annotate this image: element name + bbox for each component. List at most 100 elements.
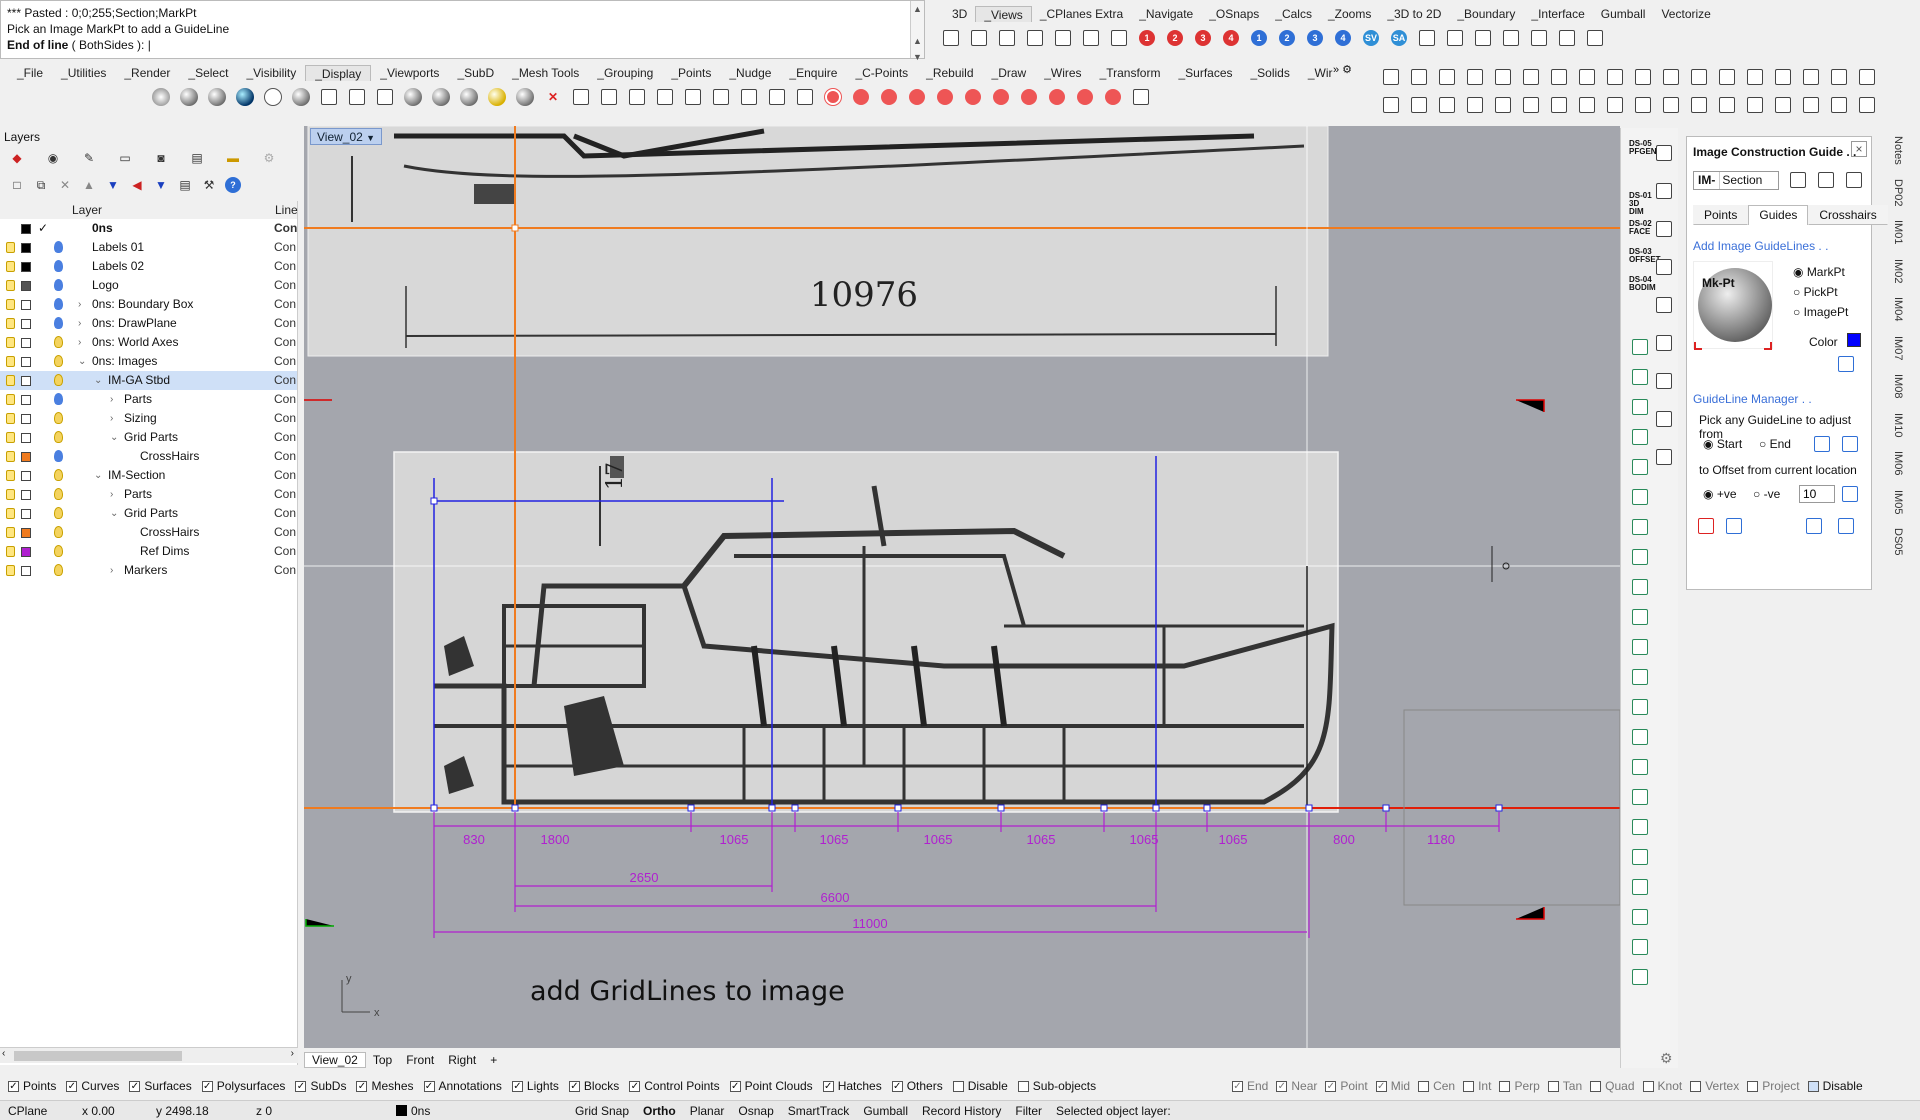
layer-linetype[interactable]: Con	[274, 238, 296, 257]
red-number-1-icon[interactable]: 1	[1136, 27, 1158, 49]
tool-icon[interactable]	[1604, 94, 1626, 116]
view-tab[interactable]: Top	[366, 1053, 399, 1067]
tab-grouping[interactable]: _Grouping	[588, 65, 662, 81]
osnap-checkbox[interactable]: Tan	[1547, 1079, 1582, 1093]
tool-icon[interactable]	[1629, 426, 1651, 448]
pen-icon[interactable]: ✎	[78, 147, 100, 169]
tool-icon[interactable]	[1464, 66, 1486, 88]
lock-icon[interactable]	[6, 261, 15, 272]
expand-chevron-icon[interactable]: ›	[78, 314, 81, 333]
tab-render[interactable]: _Render	[115, 65, 179, 81]
tab-subd[interactable]: _SubD	[448, 65, 503, 81]
lock-icon[interactable]	[6, 375, 15, 386]
tool-icon[interactable]	[1653, 256, 1675, 278]
tab-nudge[interactable]: _Nudge	[720, 65, 780, 81]
layer-column-header[interactable]: Layer	[72, 201, 102, 219]
tool-icon[interactable]	[1856, 66, 1878, 88]
tab-boundary[interactable]: _Boundary	[1449, 6, 1523, 22]
tool-icon[interactable]	[1660, 66, 1682, 88]
expand-chevron-icon[interactable]: ⌄	[94, 371, 102, 390]
tab-enquire[interactable]: _Enquire	[780, 65, 846, 81]
viewport-canvas[interactable]: 10976 17 830 1800 1065 1065 1065 1065 10…	[304, 126, 1620, 1048]
tool-icon[interactable]	[1828, 94, 1850, 116]
filter-icon[interactable]: ▼	[150, 174, 172, 196]
help-icon[interactable]: ?	[222, 174, 244, 196]
osnap-checkbox[interactable]: Perp	[1499, 1079, 1540, 1093]
gear-icon[interactable]: ⚙	[258, 147, 280, 169]
shaded-sphere-icon[interactable]	[514, 86, 536, 108]
curve-icon[interactable]	[1130, 86, 1152, 108]
tool-icon[interactable]	[1653, 142, 1675, 164]
layer-color-swatch[interactable]	[21, 433, 31, 443]
tool-icon[interactable]	[1629, 606, 1651, 628]
tool-icon[interactable]	[1629, 726, 1651, 748]
new-sublayer-icon[interactable]: ⧉	[30, 174, 52, 196]
status-toggle[interactable]: Gumball	[856, 1104, 915, 1118]
monitor-icon[interactable]	[570, 86, 592, 108]
named-view-icon[interactable]: SA	[1388, 27, 1410, 49]
layer-linetype[interactable]: Con	[274, 466, 296, 485]
tab-rebuild[interactable]: _Rebuild	[917, 65, 982, 81]
lock-icon[interactable]	[374, 86, 396, 108]
tool-icon[interactable]	[1629, 666, 1651, 688]
tool-icon[interactable]	[1653, 408, 1675, 430]
tab-interface[interactable]: _Interface	[1523, 6, 1592, 22]
layer-color-swatch[interactable]	[21, 547, 31, 557]
move-up-icon[interactable]: ▲	[78, 174, 100, 196]
layer-color-swatch[interactable]	[21, 490, 31, 500]
tab-c-points[interactable]: _C-Points	[846, 65, 917, 81]
layer-linetype[interactable]: Con	[274, 314, 296, 333]
end-radio[interactable]: ○ End	[1759, 437, 1791, 451]
measure-icon[interactable]	[766, 86, 788, 108]
layer-row[interactable]: Ref Dims Con	[0, 542, 297, 561]
delete-icon[interactable]: ✕	[54, 174, 76, 196]
layer-color-swatch[interactable]	[21, 471, 31, 481]
tool-icon[interactable]	[1629, 876, 1651, 898]
lock-icon[interactable]	[6, 394, 15, 405]
lock-icon[interactable]	[6, 318, 15, 329]
layer-color-swatch[interactable]	[21, 414, 31, 424]
expand-chevron-icon[interactable]: ⌄	[94, 466, 102, 485]
status-toggle[interactable]: SmartTrack	[781, 1104, 857, 1118]
object-icon[interactable]	[682, 86, 704, 108]
tab-views[interactable]: _Views	[975, 6, 1032, 22]
cube-icon[interactable]	[1108, 27, 1130, 49]
shaded-sphere-icon[interactable]	[206, 86, 228, 108]
add-view-tab-icon[interactable]: +	[483, 1053, 504, 1067]
osnap-checkbox[interactable]: Quad	[1590, 1079, 1635, 1093]
tool-icon[interactable]	[1856, 94, 1878, 116]
adjust-start-icon[interactable]	[1811, 433, 1833, 455]
target-icon[interactable]	[1074, 86, 1096, 108]
shaded-sphere-icon[interactable]	[178, 86, 200, 108]
cube-icon[interactable]	[1052, 27, 1074, 49]
red-number-2-icon[interactable]: 2	[1164, 27, 1186, 49]
tab-draw[interactable]: _Draw	[983, 65, 1036, 81]
guide-tool-icon[interactable]	[1803, 515, 1825, 537]
move-down-icon[interactable]: ▼	[102, 174, 124, 196]
tool-icon[interactable]	[1660, 94, 1682, 116]
tool-icon[interactable]	[1632, 66, 1654, 88]
side-tab[interactable]: IM04	[1892, 297, 1904, 321]
guide-tool-icon[interactable]	[1835, 515, 1857, 537]
layer-color-swatch[interactable]	[21, 395, 31, 405]
filter-checkbox[interactable]: ✓ Point Clouds	[729, 1079, 813, 1093]
shaded-sphere-icon[interactable]	[402, 86, 424, 108]
layer-linetype[interactable]: Con	[274, 371, 296, 390]
layer-row[interactable]: › Parts Con	[0, 485, 297, 504]
status-toggle[interactable]: Record History	[915, 1104, 1008, 1118]
layer-row[interactable]: ⌄ IM-Section Con	[0, 466, 297, 485]
osnap-checkbox[interactable]: ✓ Mid	[1375, 1079, 1410, 1093]
globe-icon[interactable]	[150, 86, 172, 108]
guide-tool-icon[interactable]	[1787, 169, 1809, 191]
tool-icon[interactable]	[1520, 94, 1542, 116]
tool-icon[interactable]	[1629, 576, 1651, 598]
mk-pt-globe-button[interactable]: Mk-Pt	[1693, 261, 1773, 350]
target-icon[interactable]	[850, 86, 872, 108]
filter-checkbox[interactable]: ✓ Surfaces	[129, 1079, 192, 1093]
filter-checkbox[interactable]: Disable	[952, 1079, 1008, 1093]
current-layer[interactable]: 0ns	[388, 1104, 438, 1118]
layer-color-swatch[interactable]	[21, 509, 31, 519]
side-tab[interactable]: IM01	[1892, 220, 1904, 244]
cube-icon[interactable]	[1024, 27, 1046, 49]
grid-icon[interactable]	[1835, 353, 1857, 375]
